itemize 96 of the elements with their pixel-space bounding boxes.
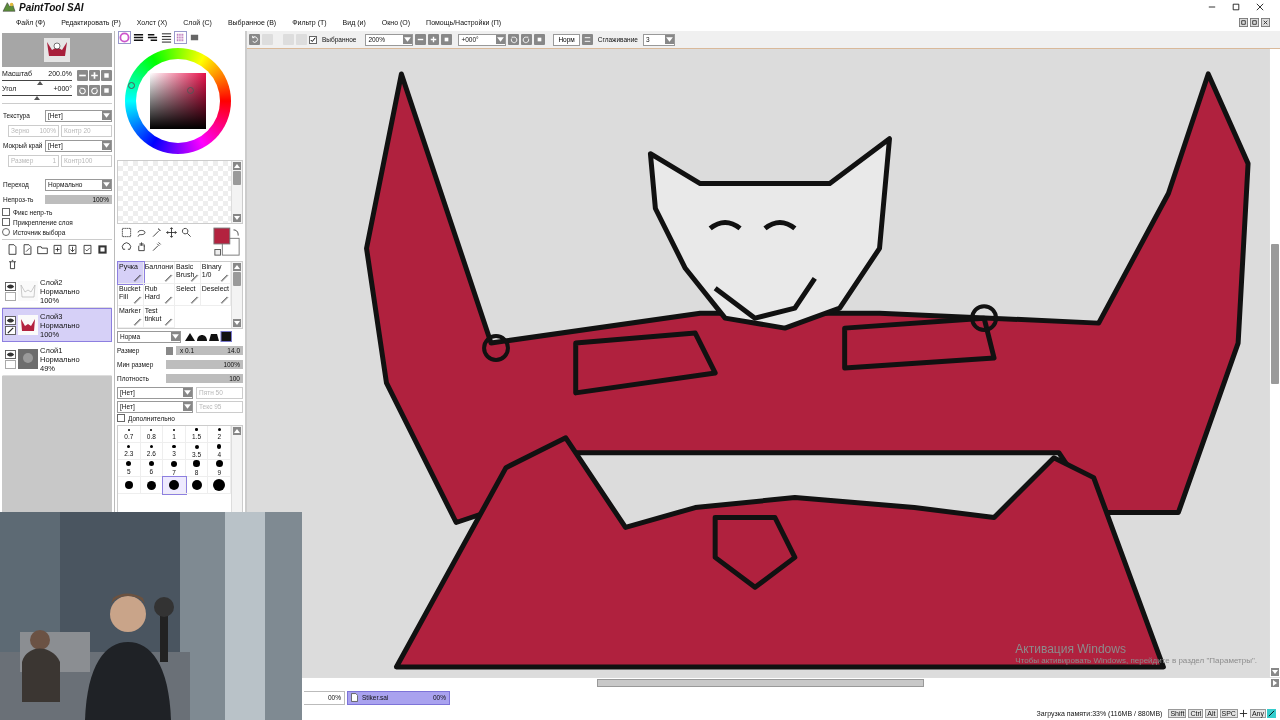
layer-thumbnail bbox=[18, 314, 38, 336]
close-icon[interactable] bbox=[1256, 3, 1264, 11]
restore-icon[interactable] bbox=[1250, 18, 1259, 27]
caret-icon[interactable] bbox=[171, 332, 180, 341]
size-multiplier-button[interactable] bbox=[166, 346, 173, 355]
minimize-icon[interactable] bbox=[1208, 3, 1216, 11]
scroll-up-icon[interactable] bbox=[233, 427, 241, 435]
pen-icon bbox=[132, 295, 142, 304]
rotate-right-icon[interactable] bbox=[521, 34, 533, 45]
caret-icon[interactable] bbox=[496, 35, 506, 44]
eye-icon[interactable] bbox=[5, 315, 16, 325]
pen-icon bbox=[220, 273, 229, 282]
scroll-right-icon[interactable] bbox=[1271, 679, 1279, 687]
slider-thumb[interactable] bbox=[36, 80, 43, 85]
scrollbar-thumb[interactable] bbox=[1271, 244, 1279, 384]
scrollbar-thumb[interactable] bbox=[597, 679, 924, 687]
pen-icon bbox=[164, 273, 174, 282]
caret-icon[interactable] bbox=[183, 402, 192, 411]
pen-icon bbox=[164, 295, 174, 304]
rotate-left-icon[interactable] bbox=[508, 34, 520, 45]
scroll-down-icon[interactable] bbox=[233, 319, 241, 327]
folder-icon[interactable] bbox=[37, 244, 48, 255]
scrollbar-thumb[interactable] bbox=[233, 171, 241, 185]
layer-arrow-icon[interactable] bbox=[67, 244, 78, 255]
scroll-down-icon[interactable] bbox=[233, 214, 241, 222]
caret-icon[interactable] bbox=[183, 388, 192, 397]
brush-size-preset[interactable] bbox=[118, 477, 141, 494]
page-icon[interactable] bbox=[7, 244, 18, 255]
scroll-up-icon[interactable] bbox=[233, 263, 241, 271]
brush-tip-icons[interactable] bbox=[184, 331, 232, 342]
maximize-icon[interactable] bbox=[1232, 3, 1240, 11]
checkbox[interactable] bbox=[2, 218, 10, 226]
layer-plus-icon[interactable] bbox=[52, 244, 63, 255]
swatches-icon[interactable] bbox=[175, 32, 186, 43]
square-icon[interactable] bbox=[97, 244, 108, 255]
rotate-icon[interactable] bbox=[121, 241, 132, 252]
app-logo-icon bbox=[2, 1, 16, 13]
brush-size-preset[interactable] bbox=[163, 477, 186, 494]
plus-icon[interactable] bbox=[89, 69, 100, 81]
lines-icon[interactable] bbox=[161, 32, 172, 43]
file-icon bbox=[351, 693, 358, 702]
pen-icon bbox=[164, 317, 174, 326]
activation-title: Активация Windows bbox=[1015, 642, 1127, 656]
app-title: PaintTool SAI bbox=[19, 1, 84, 13]
color-wheel-icon[interactable] bbox=[119, 32, 130, 43]
slider-thumb[interactable] bbox=[33, 95, 40, 100]
pen-icon bbox=[132, 273, 142, 282]
radio-button[interactable] bbox=[2, 228, 10, 236]
layer-thumbnail bbox=[18, 348, 38, 370]
sliders-icon[interactable] bbox=[133, 32, 144, 43]
magic-wand-icon[interactable] bbox=[151, 227, 162, 238]
checkbox[interactable] bbox=[2, 208, 10, 216]
minus-icon[interactable] bbox=[77, 69, 88, 81]
scrollbar-thumb[interactable] bbox=[233, 272, 241, 286]
flip-icon[interactable] bbox=[581, 34, 593, 45]
magnifier-icon[interactable] bbox=[181, 227, 192, 238]
checkbox[interactable] bbox=[117, 414, 125, 422]
pen-icon bbox=[132, 317, 142, 326]
lasso-icon[interactable] bbox=[136, 227, 147, 238]
navigator-preview[interactable] bbox=[2, 33, 112, 67]
layer-check-icon[interactable] bbox=[82, 244, 93, 255]
pen-icon bbox=[189, 295, 199, 304]
minus-icon[interactable] bbox=[415, 34, 427, 45]
pen-icon bbox=[220, 295, 229, 304]
hand-icon[interactable] bbox=[136, 241, 147, 252]
rotate-left-icon[interactable] bbox=[77, 84, 88, 96]
undo-icon[interactable] bbox=[249, 34, 260, 45]
restore-icon[interactable] bbox=[1239, 18, 1248, 27]
caret-icon[interactable] bbox=[664, 35, 674, 44]
scroll-down-icon[interactable] bbox=[1271, 668, 1279, 676]
eyedropper-icon[interactable] bbox=[151, 241, 162, 252]
scroll-up-icon[interactable] bbox=[233, 162, 241, 170]
trash-icon[interactable] bbox=[7, 259, 18, 270]
eye-icon[interactable] bbox=[5, 349, 16, 359]
caret-icon[interactable] bbox=[403, 35, 413, 44]
plus-icon[interactable] bbox=[428, 34, 440, 45]
move-icon[interactable] bbox=[166, 227, 177, 238]
pen-icon bbox=[5, 325, 16, 335]
pen-page-icon[interactable] bbox=[22, 244, 33, 255]
caret-icon[interactable] bbox=[102, 180, 111, 189]
close-icon[interactable] bbox=[1261, 18, 1270, 27]
brush-size-preset[interactable] bbox=[185, 477, 209, 494]
caret-icon[interactable] bbox=[102, 111, 111, 120]
checkbox[interactable] bbox=[309, 35, 317, 44]
rotate-right-icon[interactable] bbox=[89, 84, 100, 96]
navigator-thumbnail-drawing bbox=[44, 38, 70, 62]
sliders-icon[interactable] bbox=[147, 32, 158, 43]
pen-icon bbox=[1267, 709, 1276, 718]
caret-icon[interactable] bbox=[102, 141, 111, 150]
move-icon bbox=[1238, 709, 1248, 718]
edit-toggle[interactable] bbox=[5, 291, 16, 301]
color-square[interactable] bbox=[150, 73, 206, 129]
eye-icon[interactable] bbox=[5, 281, 16, 291]
dashed-square-icon[interactable] bbox=[121, 227, 132, 238]
color-swatches-icon[interactable] bbox=[213, 227, 241, 259]
edit-toggle[interactable] bbox=[5, 359, 16, 369]
